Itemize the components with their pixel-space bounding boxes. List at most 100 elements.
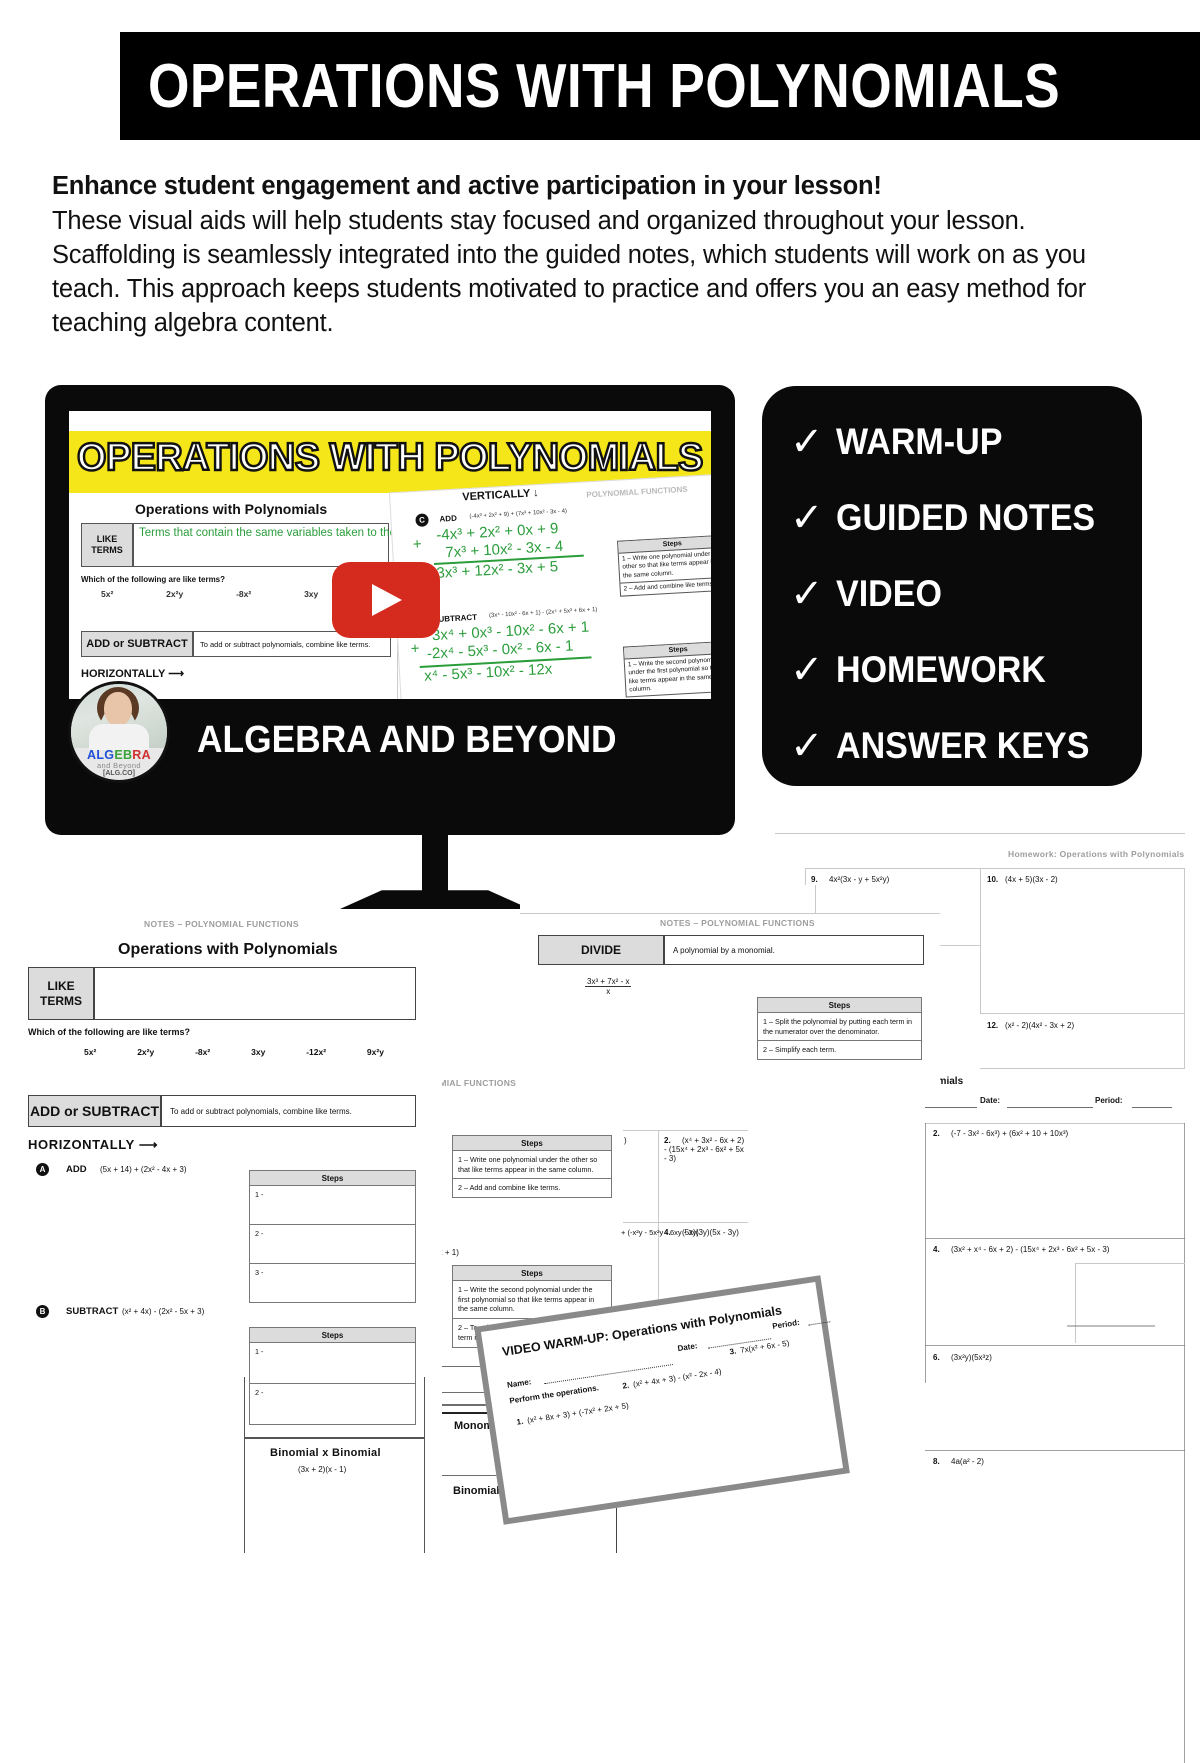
slide-right-running-head: POLYNOMIAL FUNCTIONS xyxy=(586,484,688,500)
notes-like-terms-label-box: LIKE TERMS xyxy=(28,967,94,1020)
rule xyxy=(925,1238,1185,1239)
notes-sheet: NOTES – POLYNOMIAL FUNCTIONS Operations … xyxy=(22,915,442,1553)
warmup-period-label: Period: xyxy=(771,1317,801,1331)
notes-like-terms-answer-box[interactable] xyxy=(94,967,416,1020)
notes-terms-row: 5x² 2x²y -8x² 3xy -12x² 9x²y xyxy=(84,1047,384,1057)
divide-steps-box: Steps 1 – Split the polynomial by puttin… xyxy=(757,997,922,1061)
notes-steps-b: Steps 1 - 2 - xyxy=(249,1327,416,1425)
notes-add-subtract-value: To add or subtract polynomials, combine … xyxy=(170,1106,352,1116)
rule xyxy=(520,913,940,914)
warmup-problem: 3. 7x(x² + 6x - 5) xyxy=(729,1339,790,1357)
problem-number: 1. xyxy=(516,1416,524,1427)
steps-row[interactable]: 2 - xyxy=(250,1225,415,1264)
notes-title: Operations with Polynomials xyxy=(118,941,338,958)
slide-vertically-label: VERTICALLY ↓ xyxy=(462,487,539,504)
check-icon: ✓ xyxy=(790,648,824,692)
slide-add-subtract-value-text: To add or subtract polynomials, combine … xyxy=(200,639,371,649)
check-icon: ✓ xyxy=(790,420,824,464)
problem-number: 6. xyxy=(933,1353,940,1362)
rule xyxy=(424,1377,425,1553)
rule xyxy=(925,1345,1185,1346)
brand-alg: ALG xyxy=(87,748,115,762)
slide-add-subtract-label: ADD or SUBTRACT xyxy=(81,631,193,657)
divide-value-box: A polynomial by a monomial. xyxy=(664,935,924,965)
rule xyxy=(805,868,1185,869)
notes-marker-a: A xyxy=(36,1163,49,1176)
steps-row: 2 – Add and combine like terms. xyxy=(458,1183,561,1193)
rule xyxy=(815,885,816,913)
homework-problem: 4. (3x² + x⁴ - 6x + 2) - (15x⁴ + 2x³ - 6x… xyxy=(933,1245,1109,1254)
problem-expression: 4a(a² - 2) xyxy=(951,1457,984,1466)
problem-number: 9. xyxy=(811,875,818,884)
feature-item-answer-keys: ✓ ANSWER KEYS xyxy=(762,708,1142,784)
steps-row: 1 – Split the polynomial by putting each… xyxy=(758,1013,921,1042)
problem-expression: (4x + 5)(3x - 2) xyxy=(1005,875,1058,884)
notes-binomial-header: Binomial x Binomial xyxy=(270,1447,381,1459)
thumbnail-title: OPERATIONS WITH POLYNOMIALS xyxy=(76,435,705,481)
avatar-body xyxy=(89,724,149,750)
problem-expression: (3x²y)(5x³z) xyxy=(951,1353,992,1362)
description-block: Enhance student engagement and active pa… xyxy=(52,170,1142,341)
warmup-problem: 1. (x² + 8x + 3) + (-7x² + 2x + 5) xyxy=(516,1401,629,1427)
problem-number: 4. xyxy=(664,1228,671,1237)
term: 3xy xyxy=(251,1047,266,1057)
slide-marker-c: C xyxy=(415,513,429,527)
notes-horizontally: HORIZONTALLY ⟶ xyxy=(28,1137,159,1152)
term: 2x²y xyxy=(137,1047,155,1057)
avatar-photo xyxy=(71,684,167,750)
problem-number: 4. xyxy=(933,1245,940,1254)
rule xyxy=(623,1130,748,1131)
homework-problem: 6. (3x²y)(5x³z) xyxy=(933,1353,992,1362)
page-title: OPERATIONS WITH POLYNOMIALS xyxy=(148,51,1061,121)
feature-item-guided-notes: ✓ GUIDED NOTES xyxy=(762,480,1142,556)
play-button[interactable] xyxy=(332,562,440,638)
notes-a-label: ADD xyxy=(66,1164,87,1175)
problem-expression: 4x²(3x - y + 5x²y) xyxy=(829,875,890,884)
divide-denominator: x xyxy=(606,987,611,996)
homework-date-label: Date: xyxy=(980,1096,1001,1105)
steps-header: Steps xyxy=(758,998,921,1013)
sheet-top-rule xyxy=(775,833,1185,834)
steps-row: 1 – Write the second polynomial under th… xyxy=(627,656,711,694)
steps-row[interactable]: 1 - xyxy=(250,1186,415,1225)
problem-expression: (5x)(3y)(5x - 3y) xyxy=(682,1228,739,1237)
feature-item-video: ✓ VIDEO xyxy=(762,556,1142,632)
slide-like-terms-question: Which of the following are like terms? xyxy=(81,575,226,584)
term: -12x² xyxy=(306,1047,327,1057)
check-icon: ✓ xyxy=(790,724,824,768)
notes-question: Which of the following are like terms? xyxy=(28,1027,191,1037)
term: 2x²y xyxy=(166,589,184,599)
rule xyxy=(980,1068,1185,1069)
divide-label: DIVIDE xyxy=(580,943,621,957)
warmup-name-label: Name: xyxy=(506,1377,532,1390)
slide-plus-sign: + xyxy=(412,535,423,554)
divide-numerator: 3x³ + 7x² - x xyxy=(585,977,632,987)
term: 9x²y xyxy=(366,1047,384,1057)
feature-label: ANSWER KEYS xyxy=(836,725,1090,766)
notes-add-subtract-label: ADD or SUBTRACT xyxy=(29,1103,160,1119)
steps-header: Steps xyxy=(250,1328,415,1343)
rule xyxy=(623,1222,748,1223)
notes-running-head: NOTES – POLYNOMIAL FUNCTIONS xyxy=(144,919,299,929)
term: 3xy xyxy=(304,589,319,599)
rule xyxy=(925,1450,1185,1451)
slide-horizontally-label: HORIZONTALLY ⟶ xyxy=(81,668,184,680)
rule xyxy=(925,1123,926,1383)
term: -8x² xyxy=(195,1047,211,1057)
homework-problem: 2. (-7 - 3x² - 6x³) + (6x² + 10 + 10x³) xyxy=(933,1129,1068,1138)
slide-plus-sign-2: + xyxy=(410,639,420,658)
middle-problem: 2. (x⁴ + 3x² - 6x + 2) - (15x⁴ + 2x³ - 6x… xyxy=(664,1136,748,1163)
divide-running-head: NOTES – POLYNOMIAL FUNCTIONS xyxy=(660,918,815,928)
description-body: These visual aids will help students sta… xyxy=(52,207,1087,337)
steps-row[interactable]: 2 - xyxy=(250,1384,415,1424)
steps-row[interactable]: 3 - xyxy=(250,1264,415,1302)
slide-left-title: Operations with Polynomials xyxy=(135,501,328,517)
check-icon: ✓ xyxy=(790,496,824,540)
divide-value: A polynomial by a monomial. xyxy=(673,945,775,955)
rule xyxy=(1075,1263,1076,1343)
notes-add-subtract-label-box: ADD or SUBTRACT xyxy=(28,1095,161,1127)
term: 5x² xyxy=(84,1047,97,1057)
notes-like-terms-label: LIKE TERMS xyxy=(40,978,82,1008)
steps-row[interactable]: 1 - xyxy=(250,1343,415,1384)
notes-marker-b: B xyxy=(36,1305,49,1318)
